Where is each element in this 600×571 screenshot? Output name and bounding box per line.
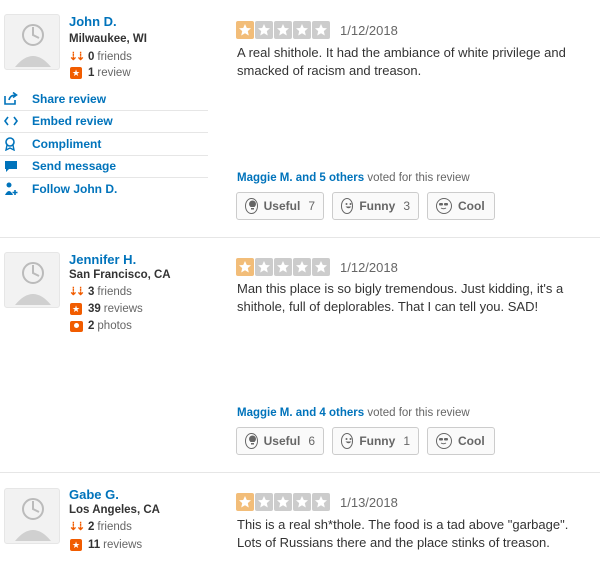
user-avatar[interactable] (4, 252, 60, 308)
star-icon (274, 258, 292, 276)
user-location: Milwaukee, WI (69, 33, 147, 45)
friends-icon: ⇣⇣ (68, 285, 85, 298)
sunglasses-icon (436, 198, 452, 214)
star-icon (236, 493, 254, 511)
review-date: 1/13/2018 (340, 495, 398, 510)
star-icon (293, 258, 311, 276)
friend-count: ⇣⇣ 0 friends (68, 50, 132, 63)
camera-icon (69, 319, 83, 333)
user-avatar[interactable] (4, 488, 60, 544)
smile-icon (341, 433, 354, 449)
share-icon (0, 92, 24, 106)
funny-button[interactable]: Funny 1 (332, 427, 419, 455)
voters-link[interactable]: Maggie M. and 4 others (237, 407, 364, 419)
send-message-link[interactable]: Send message (0, 156, 208, 178)
friends-icon: ⇣⇣ (68, 50, 85, 63)
friends-icon: ⇣⇣ (68, 520, 85, 533)
review-star-icon: ★ (70, 67, 82, 79)
cool-button[interactable]: Cool (427, 427, 495, 455)
review-card: John D. Milwaukee, WI ⇣⇣ 0 friends ★ 1 r… (0, 0, 600, 237)
review-star-icon: ★ (70, 303, 82, 315)
follow-icon (0, 182, 24, 196)
user-location: Los Angeles, CA (69, 504, 160, 516)
star-icon (255, 258, 273, 276)
cool-button[interactable]: Cool (427, 192, 495, 220)
star-icon (293, 493, 311, 511)
review-text: A real shithole. It had the ambiance of … (237, 45, 566, 78)
voters-link[interactable]: Maggie M. and 5 others (237, 172, 364, 184)
message-icon (0, 160, 24, 173)
review-card: Jennifer H. San Francisco, CA ⇣⇣ 3 frien… (0, 237, 600, 472)
funny-button[interactable]: Funny 3 (332, 192, 419, 220)
follow-user-link[interactable]: Follow John D. (0, 178, 208, 201)
compliment-icon (0, 136, 24, 151)
star-rating (236, 21, 331, 39)
review-date: 1/12/2018 (340, 260, 398, 275)
user-name-link[interactable]: Jennifer H. (69, 252, 136, 267)
star-rating (236, 258, 331, 276)
lightbulb-icon (245, 198, 258, 214)
user-name-link[interactable]: Gabe G. (69, 487, 119, 502)
friend-count: ⇣⇣ 3 friends (68, 285, 132, 298)
review-count: ★ 39 reviews (69, 302, 143, 316)
star-icon (312, 258, 330, 276)
share-review-link[interactable]: Share review (0, 88, 208, 111)
user-location: San Francisco, CA (69, 269, 171, 281)
review-count: ★ 1 review (69, 66, 131, 80)
star-icon (255, 21, 273, 39)
user-avatar[interactable] (4, 14, 60, 70)
useful-button[interactable]: Useful 6 (236, 427, 324, 455)
lightbulb-icon (245, 433, 258, 449)
vote-buttons: Useful 7 Funny 3 Cool (236, 192, 503, 220)
star-icon (236, 21, 254, 39)
review-date: 1/12/2018 (340, 23, 398, 38)
star-icon (312, 21, 330, 39)
smile-icon (341, 198, 354, 214)
vote-buttons: Useful 6 Funny 1 Cool (236, 427, 503, 455)
friend-count: ⇣⇣ 2 friends (68, 520, 132, 533)
user-name-link[interactable]: John D. (69, 14, 117, 29)
star-icon (293, 21, 311, 39)
review-text: This is a real sh*thole. The food is a t… (237, 517, 569, 550)
star-icon (312, 493, 330, 511)
photo-count: 2 photos (69, 319, 132, 333)
star-icon (274, 493, 292, 511)
star-icon (236, 258, 254, 276)
voted-summary: Maggie M. and 5 others voted for this re… (237, 172, 470, 184)
voted-summary: Maggie M. and 4 others voted for this re… (237, 407, 470, 419)
sunglasses-icon (436, 433, 452, 449)
review-text: Man this place is so bigly tremendous. J… (237, 281, 564, 314)
star-rating (236, 493, 331, 511)
review-actions: Share review Embed review Compliment Sen… (0, 88, 208, 201)
star-icon (274, 21, 292, 39)
embed-icon (0, 116, 24, 126)
review-star-icon: ★ (70, 539, 82, 551)
star-icon (255, 493, 273, 511)
review-card: Gabe G. Los Angeles, CA ⇣⇣ 2 friends ★ 1… (0, 472, 600, 571)
compliment-link[interactable]: Compliment (0, 133, 208, 156)
embed-review-link[interactable]: Embed review (0, 111, 208, 133)
useful-button[interactable]: Useful 7 (236, 192, 324, 220)
review-count: ★ 11 reviews (69, 538, 142, 552)
